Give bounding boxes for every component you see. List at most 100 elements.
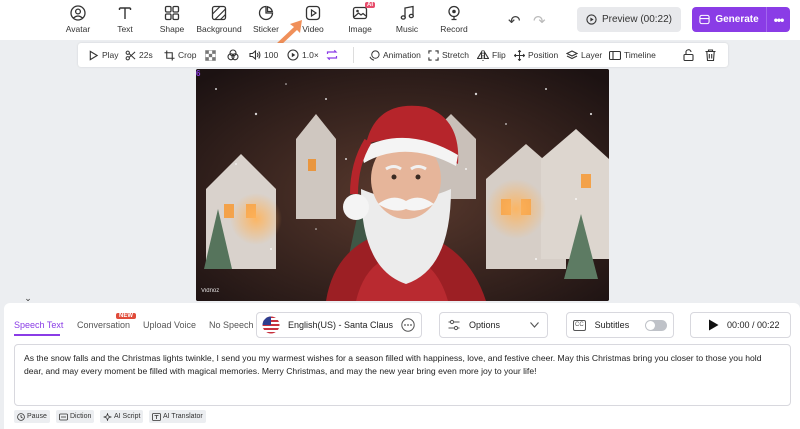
position-button[interactable]: Position [514,47,558,63]
timeline-icon [609,50,621,60]
diction-chip-label: Diction [70,413,92,420]
time-display: 00:00 / 00:22 [727,320,780,330]
stretch-label: Stretch [442,50,469,60]
layer-number-badge: 6 [196,69,201,78]
layer-icon [566,49,578,59]
tab-conversation[interactable]: Conversation [77,320,130,330]
scissors-icon [125,50,136,60]
text-tool[interactable]: Text [100,4,150,38]
move-icon [514,49,525,61]
record-icon [445,4,463,22]
tab-speech-text[interactable]: Speech Text [14,320,63,330]
ai-translator-chip[interactable]: AI Translator [149,410,206,423]
avatar-tool[interactable]: Avatar [53,4,103,38]
image-tool-label: Image [348,24,372,34]
text-tool-label: Text [117,24,133,34]
tab-no-speech[interactable]: No Speech [209,320,254,330]
record-tool[interactable]: Record [429,4,479,38]
play-icon [89,49,99,61]
timeline-label: Timeline [624,50,656,60]
santa-claus-avatar-image [196,69,609,301]
text-icon [116,4,134,22]
preview-button[interactable]: Preview (00:22) [577,7,681,32]
pause-chip[interactable]: Pause [14,410,50,423]
speed-icon [287,49,299,61]
avatar-tool-label: Avatar [65,24,91,34]
generate-main[interactable]: Generate [692,14,766,25]
speech-text-input[interactable]: As the snow falls and the Christmas ligh… [14,344,791,406]
animation-icon [369,49,380,61]
preview-label: Preview (00:22) [601,14,673,25]
speech-panel: Speech Text Conversation NEW Upload Voic… [4,303,800,429]
speed-button[interactable]: 1.0× [287,47,319,63]
ai-script-chip-label: AI Script [114,413,141,420]
background-tool[interactable]: Background [194,4,244,38]
play-button[interactable]: Play [88,47,119,63]
undo-icon[interactable]: ↶ [508,12,521,30]
music-tool[interactable]: Music [382,4,432,38]
filter-button[interactable] [227,47,239,63]
sliders-icon [448,319,460,331]
crop-label: Crop [178,50,197,60]
flip-label: Flip [492,50,506,60]
voice-name: English(US) - Santa Claus [288,320,394,330]
play-icon[interactable] [708,319,719,331]
options-dropdown[interactable]: Options [439,312,548,338]
stretch-button[interactable]: Stretch [428,47,469,63]
layer-label: Layer [581,50,603,60]
more-dots-icon[interactable] [401,318,415,332]
unlock-icon [683,49,694,61]
transparency-icon [205,49,216,61]
edit-toolbar: Play 22s Crop 100 1.0× Animation Stretch… [78,43,728,67]
stretch-icon [428,49,439,61]
video-tool-label: Video [302,24,324,34]
ai-script-chip[interactable]: AI Script [100,410,144,423]
toolbar-divider [353,47,354,63]
music-tool-label: Music [395,24,419,34]
collapse-chevron-icon[interactable]: ⌄ [20,293,36,303]
subtitles-label: Subtitles [594,320,630,330]
trash-icon [705,49,716,61]
generate-button[interactable]: Generate ••• [692,7,790,32]
video-canvas[interactable] [196,69,609,301]
diction-chip[interactable]: Diction [56,410,95,423]
audio-player: 00:00 / 00:22 [690,312,791,338]
transparency-button[interactable] [205,47,216,63]
play-label: Play [102,50,119,60]
lock-button[interactable] [683,47,694,63]
redo-icon[interactable]: ↷ [533,12,546,30]
subtitles-cc-icon: CC [573,319,586,331]
ai-translator-chip-label: AI Translator [163,413,203,420]
tab-upload-voice[interactable]: Upload Voice [143,320,196,330]
diction-icon [59,413,68,420]
animation-label: Animation [383,50,421,60]
shape-tool[interactable]: Shape [147,4,197,38]
position-label: Position [528,50,559,60]
record-tool-label: Record [440,24,468,34]
animation-button[interactable]: Animation [369,47,421,63]
timeline-button[interactable]: Timeline [609,47,656,63]
volume-button[interactable]: 100 [249,47,278,63]
trim-button[interactable]: 22s [125,47,153,63]
crop-button[interactable]: Crop [164,47,196,63]
us-flag-icon [262,316,280,334]
generate-label: Generate [715,14,759,25]
active-tab-underline [14,334,60,336]
delete-button[interactable] [705,47,716,63]
subtitles-toggle-field[interactable]: CC Subtitles [566,312,674,338]
more-options-button[interactable]: ••• [766,7,790,32]
clock-icon [17,412,25,421]
flip-button[interactable]: Flip [477,47,506,63]
ai-sparkle-icon [103,412,112,421]
watermark-text: Vidnoz [201,288,220,294]
ai-badge: AI [365,2,375,8]
video-icon [304,4,322,22]
voice-selector[interactable]: English(US) - Santa Claus [256,312,422,338]
loop-button[interactable] [326,47,338,63]
translate-icon [152,412,161,421]
loop-icon [326,49,338,61]
new-badge: NEW [116,313,136,319]
layer-button[interactable]: Layer [566,47,602,63]
image-tool[interactable]: AI Image [335,2,385,38]
subtitles-toggle[interactable] [645,319,667,331]
